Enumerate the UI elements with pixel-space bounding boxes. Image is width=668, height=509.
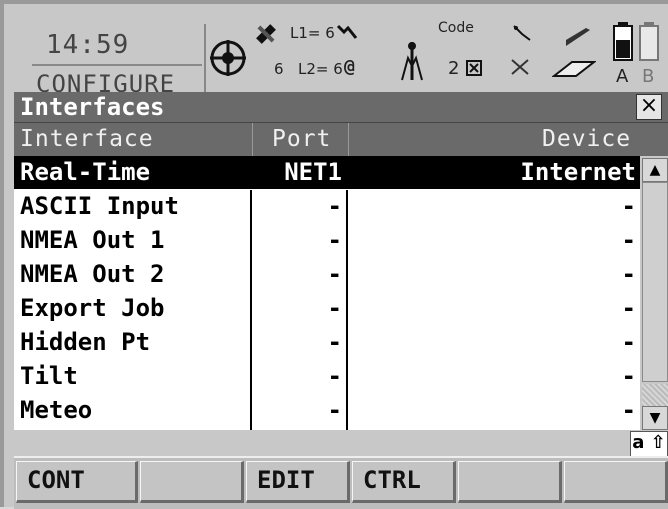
interface-cell: NMEA Out 2 (20, 260, 165, 288)
l1-label: L1= 6 (290, 24, 335, 42)
table-row[interactable]: NMEA Out 2 - - (14, 258, 640, 291)
f4-ctrl-button[interactable]: CTRL (352, 461, 456, 503)
column-divider (346, 190, 348, 430)
device-cell: - (621, 260, 636, 288)
l2-label: L2= 6 (298, 60, 343, 78)
scroll-up-button[interactable]: ▲ (642, 158, 668, 182)
eraser-icon (551, 58, 597, 84)
table-header: Interface Port Device (14, 122, 668, 157)
column-header-port: Port (272, 126, 332, 152)
connection-icon (512, 24, 532, 46)
f5-button[interactable] (458, 461, 562, 503)
pen-icon (564, 26, 592, 52)
column-header-device: Device (542, 126, 632, 152)
interface-cell: NMEA Out 1 (20, 226, 165, 254)
device-cell: - (621, 396, 636, 424)
page-title: Interfaces (20, 93, 165, 121)
device-cell: - (621, 328, 636, 356)
port-cell: - (327, 328, 342, 356)
crosshair-icon (208, 38, 248, 82)
column-divider (250, 190, 252, 430)
satellite-count: 6 (274, 60, 284, 78)
interface-cell: ASCII Input (20, 192, 179, 220)
table-row[interactable]: Meteo - - (14, 394, 640, 427)
device-cell: Internet (520, 158, 636, 186)
header-divider (348, 123, 349, 157)
battery-a-icon (612, 22, 634, 66)
port-cell: - (327, 294, 342, 322)
function-key-bar: CONT EDIT CTRL (14, 456, 668, 509)
f2-button[interactable] (140, 461, 244, 503)
checkbox-icon (466, 60, 482, 80)
status-bar: 14:59 CONFIGURE 6 L1= 6 L2= 6 @ Code 2 A… (14, 14, 666, 100)
port-cell: NET1 (284, 158, 342, 186)
input-indicator-bar: a ⇧ (14, 430, 668, 457)
time-display: 14:59 (46, 30, 130, 60)
table-row[interactable]: Tilt - - (14, 360, 640, 393)
table-row[interactable]: NMEA Out 1 - - (14, 224, 640, 257)
network-icon (510, 58, 530, 80)
device-cell: - (621, 294, 636, 322)
interfaces-table: Real-Time NET1 Internet ASCII Input - - … (14, 156, 640, 430)
device-screen: 14:59 CONFIGURE 6 L1= 6 L2= 6 @ Code 2 A… (0, 0, 668, 509)
f1-cont-button[interactable]: CONT (16, 461, 138, 503)
scroll-down-button[interactable]: ▼ (642, 406, 668, 430)
interface-cell: Export Job (20, 294, 165, 322)
f6-button[interactable] (564, 461, 668, 503)
port-cell: - (327, 260, 342, 288)
interface-cell: Real-Time (20, 158, 151, 186)
column-header-interface: Interface (20, 126, 154, 152)
close-button[interactable]: × (636, 94, 662, 120)
code-label: Code (438, 20, 474, 36)
at-icon: @ (344, 56, 355, 77)
device-cell: - (621, 226, 636, 254)
port-cell: - (327, 362, 342, 390)
header-divider (252, 123, 253, 157)
device-cell: - (621, 192, 636, 220)
table-row[interactable]: ASCII Input - - (14, 190, 640, 223)
f3-edit-button[interactable]: EDIT (246, 461, 350, 503)
port-cell: - (327, 226, 342, 254)
table-row[interactable]: Hidden Pt - - (14, 326, 640, 359)
table-row[interactable]: Export Job - - (14, 292, 640, 325)
device-cell: - (621, 362, 636, 390)
battery-b-icon (638, 22, 660, 66)
input-mode-indicator: a ⇧ (630, 431, 668, 457)
clock-box: 14:59 CONFIGURE (32, 24, 206, 100)
interface-cell: Meteo (20, 396, 93, 424)
interface-cell: Hidden Pt (20, 328, 151, 356)
battery-a-label: A (616, 66, 629, 87)
signal-icon (336, 24, 358, 46)
antenna-icon (398, 38, 426, 86)
interface-cell: Tilt (20, 362, 78, 390)
panel-title-bar: Interfaces × (14, 92, 668, 122)
port-cell: - (327, 396, 342, 424)
code-number: 2 (448, 58, 460, 79)
scrollbar-track[interactable] (642, 384, 668, 406)
divider (32, 64, 202, 66)
scrollbar[interactable]: ▲ ▼ (640, 156, 668, 430)
table-row[interactable]: Real-Time NET1 Internet (14, 156, 640, 189)
satellite-icon (254, 22, 278, 50)
scrollbar-thumb[interactable] (642, 182, 668, 382)
battery-b-label: B (642, 66, 655, 87)
port-cell: - (327, 192, 342, 220)
